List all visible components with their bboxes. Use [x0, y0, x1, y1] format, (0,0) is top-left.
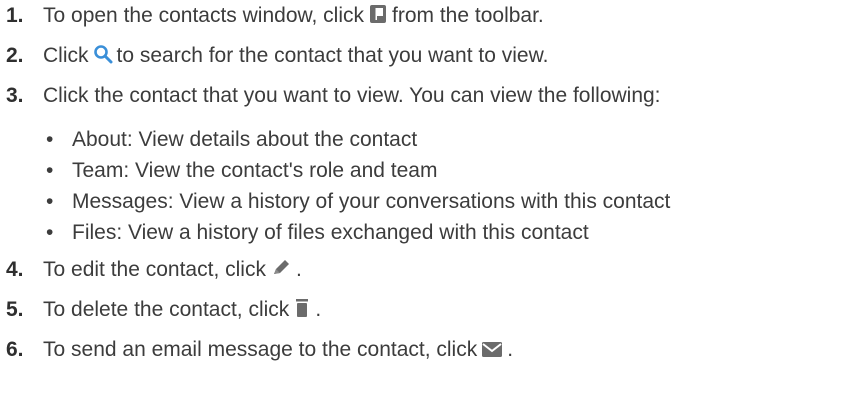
step-number: 2.: [6, 44, 24, 67]
step-number: 6.: [6, 338, 24, 361]
step-number: 4.: [6, 258, 24, 281]
step-text: To delete the contact, click.: [43, 298, 321, 324]
bullet: •: [46, 190, 54, 213]
list-item: • Files: View a history of files exchange…: [46, 221, 589, 244]
list-item: • About: View details about the contact: [46, 128, 418, 151]
step-number: 5.: [6, 298, 24, 321]
contacts-book-icon: [368, 4, 388, 30]
step-3: 3. Click the contact that you want to vi…: [6, 84, 856, 128]
step-1: 1. To open the contacts window, click fro…: [6, 4, 856, 44]
step-text: Click to search for the contact that you …: [43, 44, 548, 70]
step-number: 1.: [6, 4, 24, 27]
step-text: To send an email message to the contact,…: [43, 338, 513, 364]
step-5: 5. To delete the contact, click.: [6, 298, 856, 338]
trash-icon: [293, 298, 311, 324]
instruction-list: 1. To open the contacts window, click fro…: [0, 0, 856, 378]
step-text: To open the contacts window, click from t…: [43, 4, 544, 30]
bullet: •: [46, 128, 54, 151]
step-text: To edit the contact, click.: [43, 258, 302, 284]
envelope-icon: [481, 340, 503, 364]
list-item: • Team: View the contact's role and team: [46, 159, 438, 182]
search-icon: [93, 44, 113, 70]
step-2: 2. Click to search for the contact that y…: [6, 44, 856, 84]
bullet: •: [46, 221, 54, 244]
step-6: 6. To send an email message to the conta…: [6, 338, 856, 378]
bullet: •: [46, 159, 54, 182]
list-item: • Messages: View a history of your conver…: [46, 190, 671, 213]
step-number: 3.: [6, 84, 24, 107]
step-text: Click the contact that you want to view.…: [43, 84, 661, 107]
pencil-icon: [270, 258, 292, 284]
step-4: 4. To edit the contact, click.: [6, 258, 856, 298]
view-options-list: • About: View details about the contact •…: [6, 128, 856, 252]
